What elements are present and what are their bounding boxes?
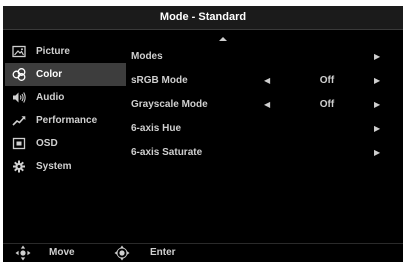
sidebar-item-performance[interactable]: Performance [5,109,126,132]
option-modes[interactable]: Modes ▶ [131,45,401,69]
sidebar-item-label: Color [36,69,63,80]
right-arrow-icon[interactable]: ▶ [374,45,380,69]
options-list: Modes ▶ sRGB Mode ◀ Off ▶ Grayscale Mode… [131,45,401,165]
right-arrow-icon[interactable]: ▶ [374,141,380,165]
sidebar-item-label: System [36,161,72,172]
move-label: Move [49,247,75,258]
speaker-icon [12,91,26,104]
option-label: 6-axis Saturate [131,147,203,158]
gear-icon [12,160,26,173]
osd-icon [12,137,26,150]
scroll-up-arrow-icon[interactable] [219,37,227,41]
sidebar-item-osd[interactable]: OSD [5,132,126,155]
sidebar-item-system[interactable]: System [5,155,126,178]
sidebar: Picture Color Audio Performance OSD Syst… [5,40,126,178]
left-arrow-icon[interactable]: ◀ [264,93,270,117]
enter-label: Enter [150,247,176,258]
sidebar-item-color[interactable]: Color [5,63,126,86]
performance-graph-icon [12,114,26,127]
right-arrow-icon[interactable]: ▶ [374,117,380,141]
menu-title: Mode - Standard [3,6,403,30]
option-label: sRGB Mode [131,75,188,86]
right-arrow-icon[interactable]: ▶ [374,93,380,117]
footer-hints: Move Enter [3,243,403,262]
joystick-enter-icon [114,245,130,261]
color-palette-icon [12,68,26,81]
sidebar-item-audio[interactable]: Audio [5,86,126,109]
sidebar-item-label: Performance [36,115,98,126]
sidebar-item-label: OSD [36,138,58,149]
option-label: 6-axis Hue [131,123,182,134]
option-grayscale-mode[interactable]: Grayscale Mode ◀ Off ▶ [131,93,401,117]
sidebar-item-picture[interactable]: Picture [5,40,126,63]
osd-menu: Mode - Standard Picture Color Audio Perf… [3,6,403,262]
left-arrow-icon[interactable]: ◀ [264,69,270,93]
option-6-axis-hue[interactable]: 6-axis Hue ▶ [131,117,401,141]
sidebar-item-label: Audio [36,92,65,103]
option-value: Off [319,99,335,110]
right-arrow-icon[interactable]: ▶ [374,69,380,93]
sidebar-item-label: Picture [36,46,70,57]
option-6-axis-saturate[interactable]: 6-axis Saturate ▶ [131,141,401,165]
joystick-move-icon [15,245,31,261]
picture-icon [12,45,26,58]
option-srgb-mode[interactable]: sRGB Mode ◀ Off ▶ [131,69,401,93]
option-label: Grayscale Mode [131,99,208,110]
option-value: Off [319,75,335,86]
option-label: Modes [131,51,163,62]
